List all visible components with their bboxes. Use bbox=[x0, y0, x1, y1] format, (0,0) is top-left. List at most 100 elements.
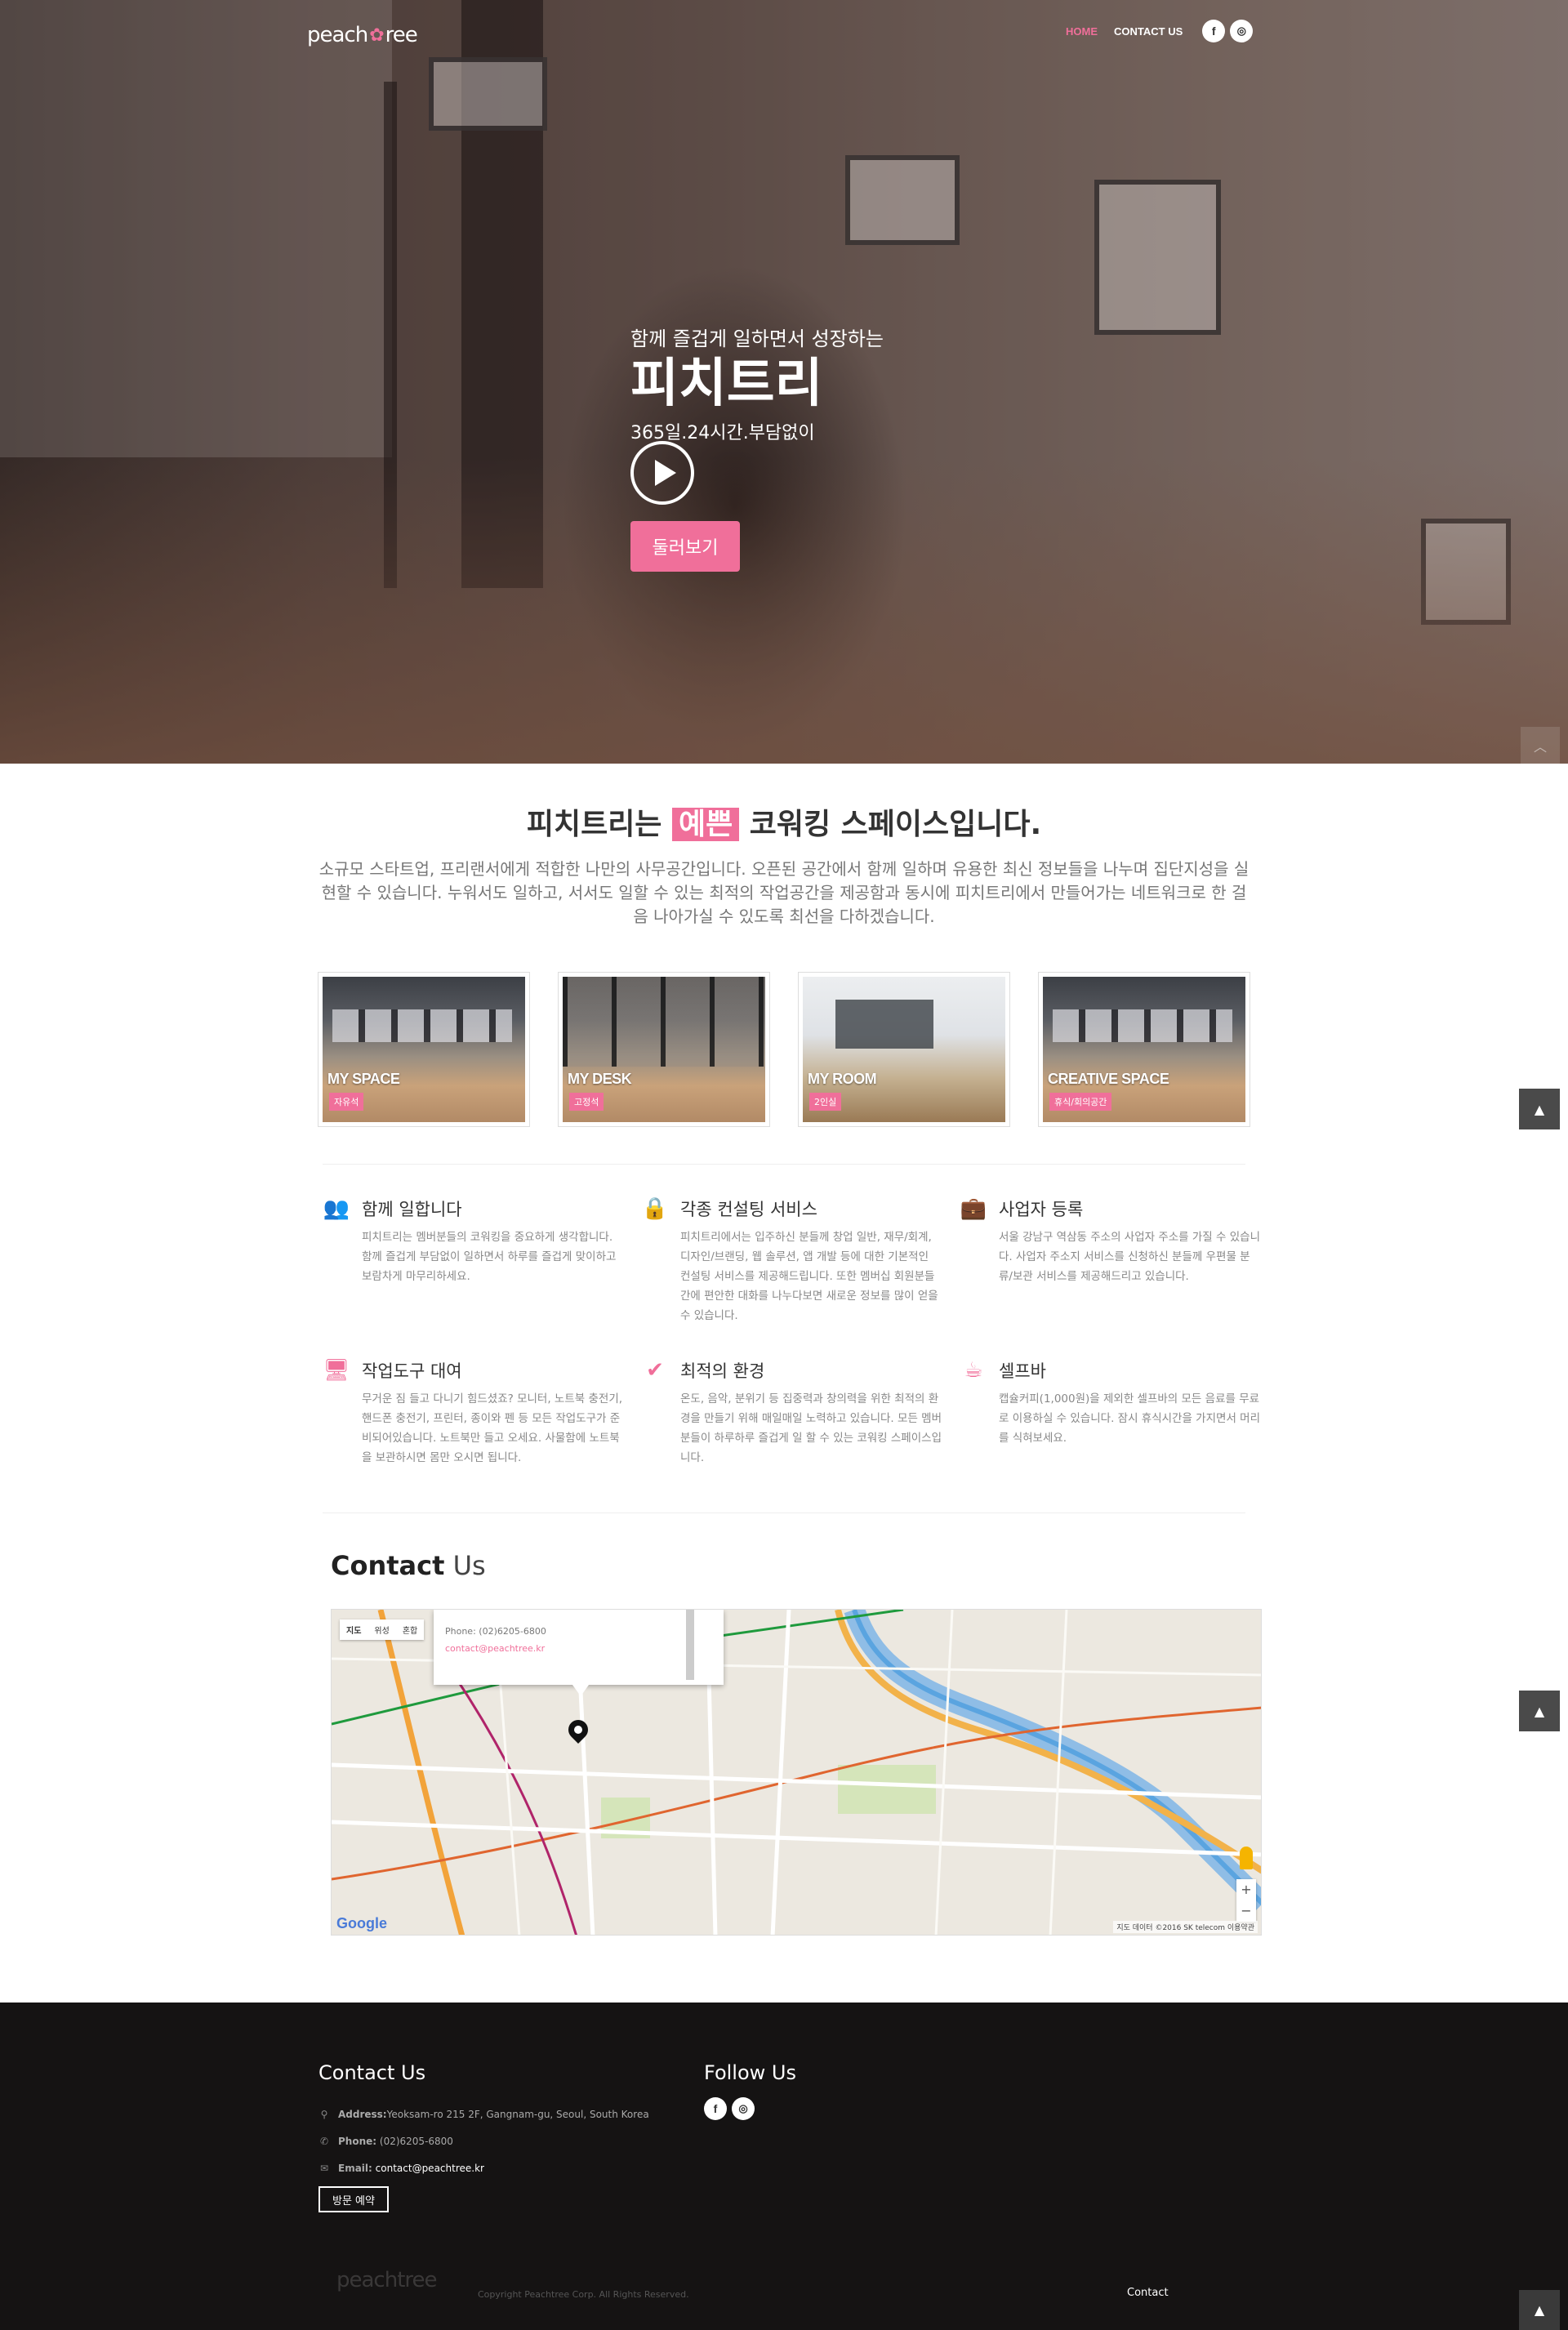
coffee-icon: ☕ bbox=[964, 1358, 983, 1383]
pegman-icon[interactable] bbox=[1240, 1847, 1253, 1869]
info-email[interactable]: contact@peachtree.kr bbox=[445, 1643, 712, 1654]
logo[interactable]: peach ✿ ree bbox=[307, 23, 418, 47]
instagram-icon[interactable]: ◎ bbox=[1230, 20, 1254, 42]
feature-text: 캡슐커피(1,000원)을 제외한 셀프바의 모든 음료를 무료로 이용하실 수… bbox=[999, 1392, 1260, 1445]
map-info-window: Phone: (02)6205-6800 contact@peachtree.k… bbox=[434, 1610, 724, 1696]
info-scrollbar[interactable] bbox=[686, 1610, 694, 1680]
footer-follow: Follow Us f ◎ bbox=[704, 2061, 796, 2120]
google-logo: Google bbox=[336, 1915, 387, 1931]
facebook-icon[interactable]: f bbox=[704, 2097, 727, 2120]
scroll-top-button[interactable]: ▲ bbox=[1519, 1691, 1560, 1731]
footer-contact: Contact Us ⚲ Address:Yeoksam-ro 215 2F, … bbox=[318, 2061, 649, 2212]
footer-contact-link[interactable]: Contact bbox=[1127, 2287, 1169, 2299]
contact-title-rest: Us bbox=[444, 1550, 486, 1581]
logo-text-left: peach bbox=[307, 23, 368, 47]
play-button[interactable] bbox=[630, 441, 694, 505]
footer-email: ✉ Email: contact@peachtree.kr bbox=[318, 2154, 649, 2181]
feature-text: 온도, 음악, 분위기 등 집중력과 창의력을 위한 최적의 환경을 만들기 위… bbox=[680, 1392, 942, 1464]
space-name: CREATIVE SPACE bbox=[1048, 1071, 1169, 1087]
features-grid: 👥 함께 일합니다 피치트리는 멤버분들의 코워킹을 중요하게 생각합니다. 함… bbox=[323, 1196, 1260, 1468]
intro-title-before: 피치트리는 bbox=[526, 808, 672, 841]
chevron-up-icon: ▲ bbox=[1534, 1703, 1545, 1719]
check-icon: ✔ bbox=[646, 1358, 664, 1383]
footer: Contact Us ⚲ Address:Yeoksam-ro 215 2F, … bbox=[0, 2003, 1568, 2330]
feature-item: 👥 함께 일합니다 피치트리는 멤버분들의 코워킹을 중요하게 생각합니다. 함… bbox=[323, 1196, 641, 1325]
map-credit[interactable]: 지도 데이터 ©2016 SK telecom 이용약관 bbox=[1113, 1921, 1258, 1933]
facebook-icon[interactable]: f bbox=[1202, 20, 1226, 42]
feature-title: 사업자 등록 bbox=[999, 1200, 1084, 1219]
scroll-top-button[interactable]: ▲ bbox=[1519, 2290, 1560, 2330]
footer-info: ⚲ Address:Yeoksam-ro 215 2F, Gangnam-gu,… bbox=[318, 2101, 649, 2181]
address-label: Address: bbox=[338, 2108, 387, 2120]
divider bbox=[323, 1164, 1245, 1165]
feature-title: 각종 컨설팅 서비스 bbox=[680, 1200, 817, 1219]
footer-phone: ✆ Phone: (02)6205-6800 bbox=[318, 2127, 649, 2154]
envelope-icon: ✉ bbox=[319, 2162, 329, 2174]
hero-text: 함께 즐겁게 일하면서 성장하는 피치트리 365일.24시간.부담없이 bbox=[630, 323, 884, 444]
space-card-my-room[interactable]: MY ROOM 2인실 bbox=[798, 972, 1010, 1127]
footer-address: ⚲ Address:Yeoksam-ro 215 2F, Gangnam-gu,… bbox=[318, 2101, 649, 2127]
phone-label: Phone: bbox=[338, 2135, 377, 2147]
instagram-icon[interactable]: ◎ bbox=[732, 2097, 755, 2120]
tree-icon: ✿ bbox=[369, 25, 384, 46]
feature-title: 최적의 환경 bbox=[680, 1361, 765, 1381]
feature-item: ☕ 셀프바 캡슐커피(1,000원)을 제외한 셀프바의 모든 음료를 무료로 … bbox=[960, 1358, 1278, 1468]
nav-contact-us[interactable]: CONTACT US bbox=[1114, 25, 1183, 38]
space-photo: MY ROOM 2인실 bbox=[803, 977, 1005, 1122]
feature-text: 피치트리는 멤버분들의 코워킹을 중요하게 생각합니다. 함께 즐겁게 부담없이… bbox=[362, 1231, 617, 1283]
space-name: MY SPACE bbox=[327, 1071, 400, 1087]
chevron-up-icon: ▲ bbox=[1534, 2302, 1545, 2318]
logo-text-right: ree bbox=[385, 23, 418, 47]
space-photo: CREATIVE SPACE 휴식/회의공간 bbox=[1043, 977, 1245, 1122]
scroll-top-button[interactable]: ▲ bbox=[1519, 1089, 1560, 1129]
phone-icon: ✆ bbox=[319, 2135, 329, 2147]
zoom-in-button[interactable]: + bbox=[1236, 1879, 1256, 1900]
copyright: Copyright Peachtree Corp. All Rights Res… bbox=[478, 2289, 689, 2300]
monitor-icon: 🖥 bbox=[323, 1358, 350, 1383]
map-type-hybrid[interactable]: 혼합 bbox=[396, 1619, 424, 1640]
feature-text: 무거운 짐 들고 다니기 힘드셨죠? 모니터, 노트북 충전기, 핸드폰 충전기… bbox=[362, 1392, 623, 1464]
map-marker-icon: ⚲ bbox=[320, 2108, 328, 2120]
feature-text: 피치트리에서는 입주하신 분들께 창업 일반, 재무/회계, 디자인/브랜딩, … bbox=[680, 1231, 938, 1322]
space-cards: MY SPACE 자유석 MY DESK 고정석 MY ROOM 2인실 CRE… bbox=[318, 972, 1250, 1127]
map[interactable]: 지도 위성 혼합 Phone: (02)6205-6800 contact@pe… bbox=[331, 1609, 1262, 1936]
footer-contact-title: Contact Us bbox=[318, 2061, 426, 2084]
intro-title: 피치트리는 예쁜 코워킹 스페이스입니다. bbox=[0, 800, 1568, 843]
zoom-out-button[interactable]: − bbox=[1236, 1900, 1256, 1922]
space-card-creative-space[interactable]: CREATIVE SPACE 휴식/회의공간 bbox=[1038, 972, 1250, 1127]
map-type-map[interactable]: 지도 bbox=[340, 1619, 368, 1640]
phone-value: (02)6205-6800 bbox=[379, 2135, 453, 2147]
feature-item: 🖥 작업도구 대여 무거운 짐 들고 다니기 힘드셨죠? 모니터, 노트북 충전… bbox=[323, 1358, 641, 1468]
photo-window bbox=[332, 1009, 512, 1042]
hero-title: 피치트리 bbox=[630, 354, 823, 414]
users-icon: 👥 bbox=[323, 1196, 350, 1221]
footer-logo[interactable]: peachtree bbox=[336, 2268, 438, 2292]
top-nav: HOME CONTACT US f ◎ bbox=[1066, 20, 1254, 42]
space-photo: MY SPACE 자유석 bbox=[323, 977, 525, 1122]
briefcase-icon: 💼 bbox=[960, 1196, 987, 1221]
photo-window bbox=[835, 1000, 933, 1049]
email-label: Email: bbox=[338, 2162, 372, 2174]
space-card-my-space[interactable]: MY SPACE 자유석 bbox=[318, 972, 530, 1127]
hero-tagline: 365일.24시간.부담없이 bbox=[630, 423, 815, 443]
feature-title: 작업도구 대여 bbox=[362, 1361, 462, 1381]
feature-item: ✔ 최적의 환경 온도, 음악, 분위기 등 집중력과 창의력을 위한 최적의 … bbox=[641, 1358, 960, 1468]
space-name: MY ROOM bbox=[808, 1071, 877, 1087]
chevron-up-icon[interactable]: ︿ bbox=[1521, 727, 1560, 764]
feature-item: 💼 사업자 등록 서울 강남구 역삼동 주소의 사업자 주소를 가질 수 있습니… bbox=[960, 1196, 1278, 1325]
photo-window bbox=[563, 977, 765, 1067]
intro-title-after: 코워킹 스페이스입니다. bbox=[739, 808, 1042, 841]
visit-reservation-button[interactable]: 방문 예약 bbox=[318, 2186, 389, 2212]
feature-title: 함께 일합니다 bbox=[362, 1200, 462, 1219]
address-value: Yeoksam-ro 215 2F, Gangnam-gu, Seoul, So… bbox=[386, 2108, 649, 2120]
nav-home[interactable]: HOME bbox=[1066, 25, 1098, 38]
space-tag: 고정석 bbox=[569, 1093, 604, 1111]
email-value[interactable]: contact@peachtree.kr bbox=[376, 2163, 484, 2174]
divider bbox=[323, 1512, 1245, 1513]
space-card-my-desk[interactable]: MY DESK 고정석 bbox=[558, 972, 770, 1127]
space-tag: 2인실 bbox=[809, 1093, 842, 1111]
contact-title: Contact Us bbox=[331, 1550, 486, 1581]
space-tag: 휴식/회의공간 bbox=[1049, 1093, 1112, 1111]
tour-button[interactable]: 둘러보기 bbox=[630, 521, 740, 572]
map-type-satellite[interactable]: 위성 bbox=[368, 1619, 395, 1640]
